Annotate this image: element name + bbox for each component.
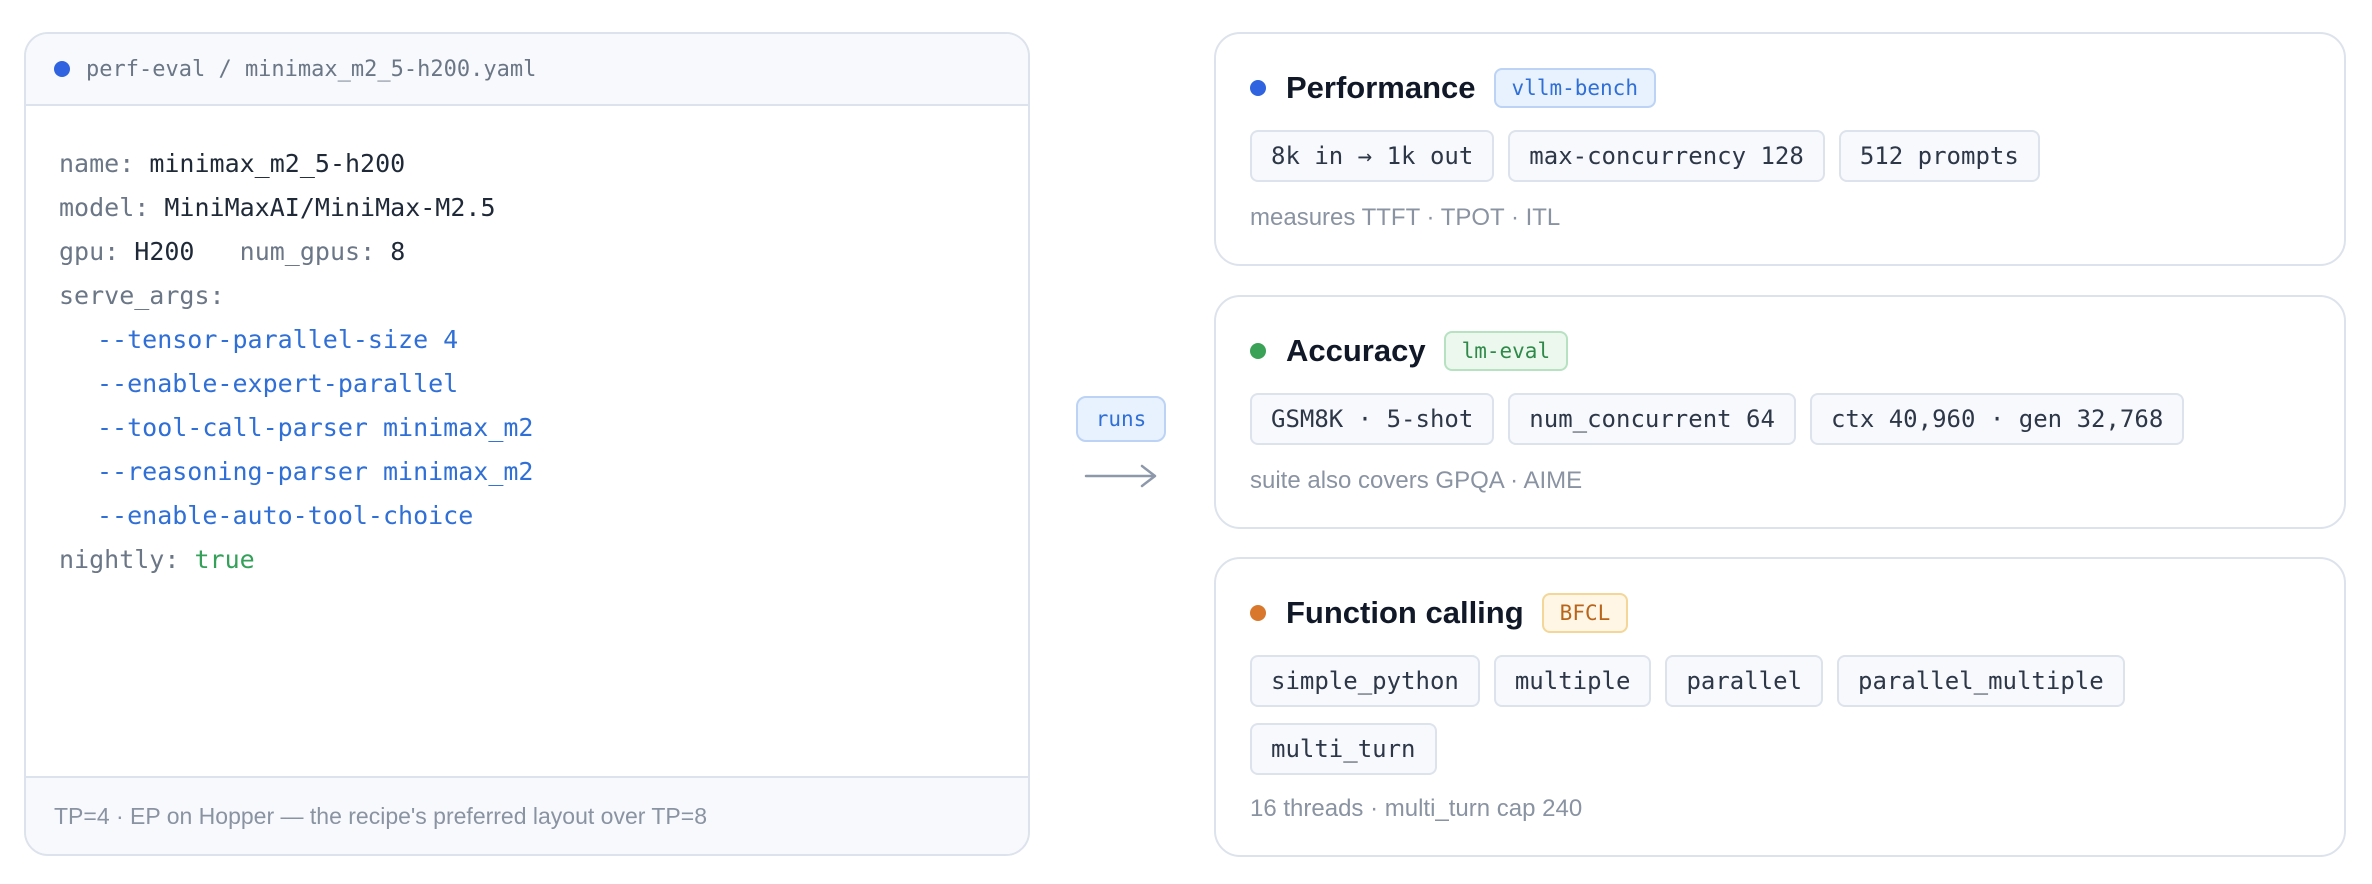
yaml-key: nightly: [59, 545, 180, 574]
config-footer-note: TP=4 · EP on Hopper — the recipe's prefe… [26, 776, 1028, 854]
chip: 8k in → 1k out [1250, 130, 1495, 182]
accuracy-dot-icon [1250, 343, 1266, 359]
config-file-panel: perf-eval / minimax_m2_5-h200.yaml name:… [24, 32, 1030, 856]
chip: simple_python [1250, 655, 1480, 707]
chip: multi_turn [1250, 723, 1437, 775]
card-note: 16 threads · multi_turn cap 240 [1250, 795, 1583, 822]
code-line-nightly: nightly: true [59, 538, 1028, 582]
code-line-serve-args: serve_args: [59, 274, 1028, 318]
card-title: Performance [1286, 70, 1476, 105]
chip: parallel [1665, 655, 1824, 707]
serve-arg: --enable-auto-tool-choice [97, 501, 474, 530]
code-line-model: model: MiniMaxAI/MiniMax-M2.5 [59, 186, 1028, 230]
performance-card: Performance vllm-bench 8k in → 1k out ma… [1214, 32, 2346, 266]
chip: multiple [1493, 655, 1652, 707]
card-title: Function calling [1286, 595, 1524, 630]
chip: 512 prompts [1838, 130, 2040, 182]
performance-dot-icon [1250, 80, 1266, 96]
function-calling-dot-icon [1250, 605, 1266, 621]
yaml-value: minimax_m2_5-h200 [149, 149, 406, 178]
chip: num_concurrent 64 [1508, 393, 1796, 445]
config-file-path: perf-eval / minimax_m2_5-h200.yaml [86, 56, 537, 82]
yaml-key: name: [59, 149, 135, 178]
chip: max-concurrency 128 [1508, 130, 1825, 182]
config-file-header: perf-eval / minimax_m2_5-h200.yaml [26, 34, 1028, 106]
yaml-value: MiniMaxAI/MiniMax-M2.5 [164, 193, 496, 222]
config-code: name: minimax_m2_5-h200 model: MiniMaxAI… [26, 106, 1028, 582]
serve-arg: --tensor-parallel-size 4 [97, 325, 459, 354]
chip-list: 8k in → 1k out max-concurrency 128 512 p… [1250, 130, 2324, 182]
yaml-key: serve_args: [59, 281, 225, 310]
code-line-name: name: minimax_m2_5-h200 [59, 142, 1028, 186]
runs-label: runs [1076, 396, 1166, 442]
chip: GSM8K · 5-shot [1250, 393, 1495, 445]
yaml-key: model: [59, 193, 150, 222]
yaml-key: num_gpus: [239, 237, 376, 266]
tool-badge: lm-eval [1443, 331, 1569, 371]
arrow-right-icon [1084, 464, 1157, 488]
code-line-gpu: gpu: H200 num_gpus: 8 [59, 230, 1028, 274]
card-title: Accuracy [1286, 333, 1426, 368]
yaml-value: 8 [390, 237, 406, 266]
yaml-key: gpu: [59, 237, 120, 266]
serve-arg: --enable-expert-parallel [97, 369, 459, 398]
file-status-dot-icon [54, 61, 70, 77]
yaml-value: true [194, 545, 255, 574]
chip: ctx 40,960 · gen 32,768 [1809, 393, 2185, 445]
card-note: measures TTFT · TPOT · ITL [1250, 204, 1561, 231]
chip-list: simple_python multiple parallel parallel… [1250, 655, 2324, 775]
serve-arg: --reasoning-parser minimax_m2 [97, 457, 534, 486]
tool-badge: BFCL [1541, 593, 1629, 633]
card-header: Accuracy lm-eval [1250, 331, 1569, 371]
serve-arg: --tool-call-parser minimax_m2 [97, 413, 534, 442]
yaml-value: H200 [134, 237, 195, 266]
card-note: suite also covers GPQA · AIME [1250, 467, 1583, 494]
card-header: Performance vllm-bench [1250, 68, 1656, 108]
function-calling-card: Function calling BFCL simple_python mult… [1214, 557, 2346, 857]
chip: parallel_multiple [1837, 655, 2125, 707]
card-header: Function calling BFCL [1250, 593, 1629, 633]
tool-badge: vllm-bench [1493, 68, 1656, 108]
accuracy-card: Accuracy lm-eval GSM8K · 5-shot num_conc… [1214, 295, 2346, 529]
chip-list: GSM8K · 5-shot num_concurrent 64 ctx 40,… [1250, 393, 2324, 445]
